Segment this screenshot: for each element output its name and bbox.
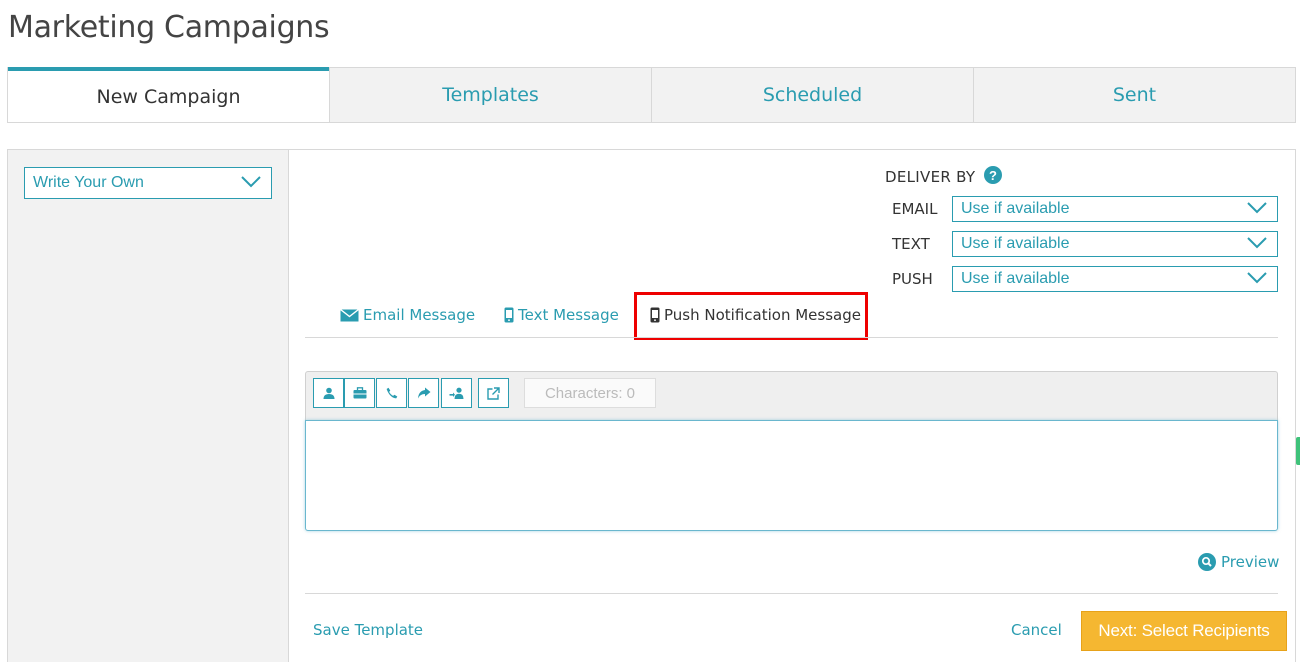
email-delivery-select[interactable]: Use if available [952,196,1278,222]
chevron-down-icon [1247,202,1267,214]
text-channel-label: TEXT [892,235,930,253]
briefcase-icon [353,387,366,399]
deliver-by-label: DELIVER BY [885,168,976,186]
envelope-icon [340,308,359,321]
tab-new-campaign[interactable]: New Campaign [8,67,329,122]
transfer-user-icon [449,387,463,399]
tab-scheduled[interactable]: Scheduled [651,68,973,122]
person-icon [323,387,334,399]
editor-toolbar: Characters: 0 [305,371,1278,421]
next-select-recipients-button[interactable]: Next: Select Recipients [1081,611,1287,651]
divider [305,337,1278,338]
text-message-label: Text Message [518,306,619,324]
template-select-value: Write Your Own [33,174,144,191]
tab-templates[interactable]: Templates [329,68,651,122]
save-template-link[interactable]: Save Template [313,621,423,639]
highlight-box [634,292,868,340]
mobile-phone-icon [504,307,514,323]
chevron-down-icon [241,176,261,188]
page-title: Marketing Campaigns [8,10,330,45]
side-feedback-tab[interactable] [1296,437,1300,465]
share-arrow-icon [417,387,430,399]
insert-phone-button[interactable] [376,378,407,408]
insert-share-button[interactable] [408,378,439,408]
template-select[interactable]: Write Your Own [24,167,272,199]
email-channel-label: EMAIL [892,200,938,218]
help-icon[interactable]: ? [984,166,1002,184]
tab-text-message[interactable]: Text Message [504,306,619,324]
chevron-down-icon [1247,272,1267,284]
cancel-link[interactable]: Cancel [1011,621,1062,639]
message-body-input[interactable] [305,420,1278,531]
preview-link[interactable]: Preview [1198,553,1279,571]
push-channel-label: PUSH [892,270,933,288]
chevron-down-icon [1247,237,1267,249]
campaign-tabs: New Campaign Templates Scheduled Sent [7,67,1296,123]
push-delivery-select[interactable]: Use if available [952,266,1278,292]
tab-sent[interactable]: Sent [973,68,1295,122]
divider [305,593,1278,594]
push-delivery-value: Use if available [961,270,1070,287]
email-message-label: Email Message [363,306,476,324]
external-link-icon [487,386,500,400]
text-delivery-value: Use if available [961,235,1070,252]
character-count: Characters: 0 [524,378,656,408]
phone-icon [386,387,397,399]
insert-business-button[interactable] [344,378,375,408]
sidebar: Write Your Own [8,150,289,662]
email-delivery-value: Use if available [961,200,1070,217]
search-icon [1198,553,1216,571]
insert-person-button[interactable] [313,378,344,408]
insert-link-button[interactable] [478,378,509,408]
tab-email-message[interactable]: Email Message [340,306,475,324]
insert-transfer-user-button[interactable] [441,378,472,408]
text-delivery-select[interactable]: Use if available [952,231,1278,257]
preview-label: Preview [1221,553,1280,571]
